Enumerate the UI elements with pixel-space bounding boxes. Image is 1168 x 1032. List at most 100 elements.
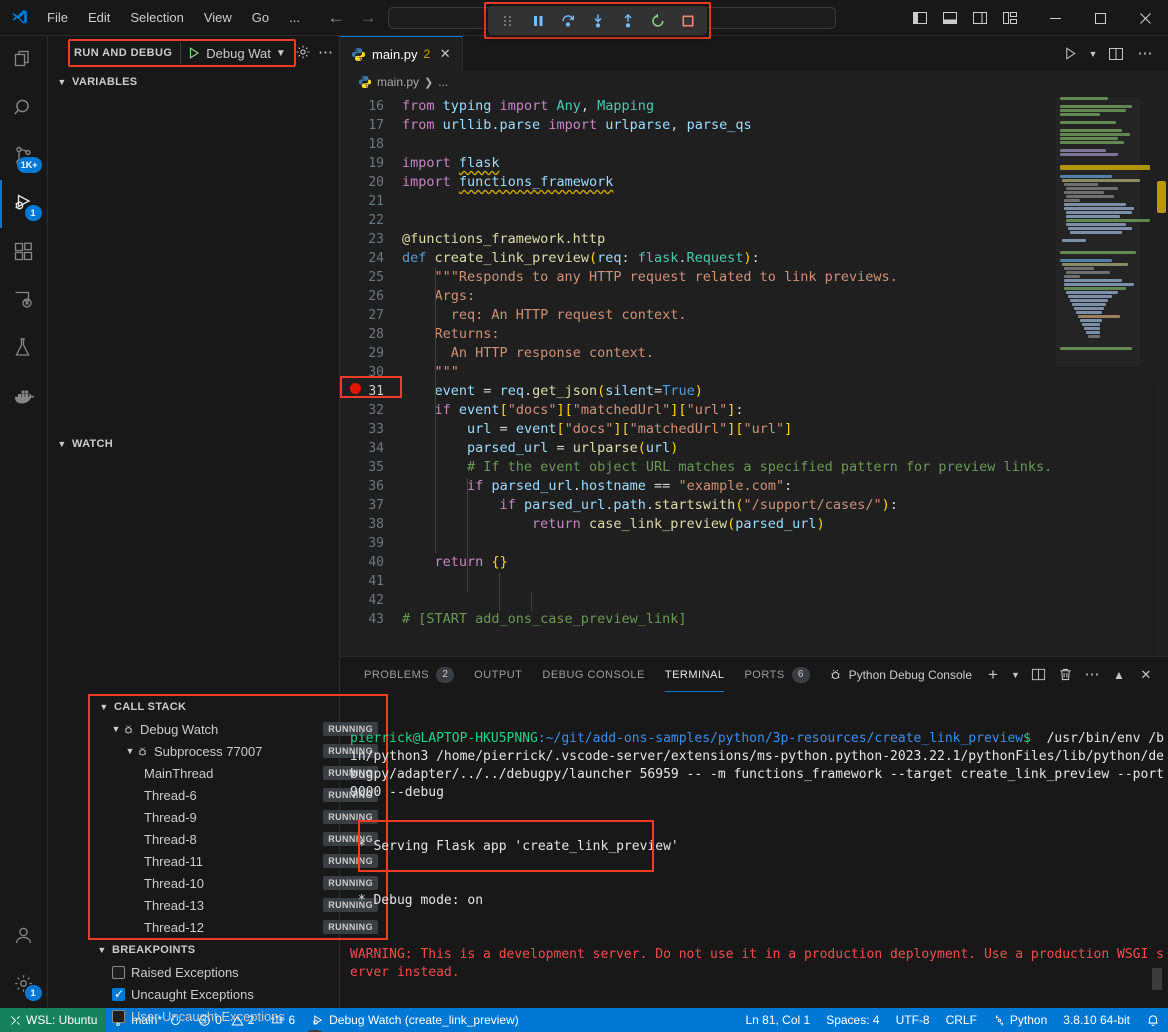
line-number: 40	[340, 553, 402, 572]
editor-more-actions-icon[interactable]: ⋯	[1132, 41, 1158, 67]
debug-restart-button[interactable]	[644, 9, 671, 32]
debug-step-out-button[interactable]	[614, 9, 641, 32]
start-debugging-icon[interactable]	[187, 46, 201, 60]
debug-toolbar-drag-handle[interactable]	[494, 9, 521, 32]
ports-badge: 6	[792, 667, 810, 683]
ellipsis-icon[interactable]: ⋯	[318, 47, 333, 58]
tab-ports[interactable]: PORTS 6	[734, 657, 819, 692]
breakpoint-checkbox[interactable]	[112, 966, 125, 979]
editor-scrollbar[interactable]	[1154, 93, 1168, 656]
tab-debug-console[interactable]: DEBUG CONSOLE	[532, 657, 654, 692]
tab-terminal[interactable]: TERMINAL	[655, 657, 735, 692]
line-number: 43	[340, 610, 402, 629]
menu-go[interactable]: Go	[243, 7, 278, 28]
window-right-controls	[907, 0, 1168, 36]
breakpoint-row[interactable]: main.py 31	[92, 1027, 339, 1032]
status-cursor-position[interactable]: Ln 81, Col 1	[737, 1008, 818, 1032]
tab-output[interactable]: OUTPUT	[464, 657, 532, 692]
activity-testing[interactable]	[0, 324, 48, 372]
window-maximize-button[interactable]	[1078, 0, 1123, 36]
breadcrumb-symbol[interactable]: ...	[438, 75, 448, 89]
editor-scroll-thumb[interactable]	[1157, 181, 1166, 213]
code-line: return {}	[402, 553, 1168, 572]
red-annotation-box-run-debug: RUN AND DEBUG Debug Wat ▼	[68, 39, 296, 67]
breakpoints-section-header[interactable]: ▼ BREAKPOINTS	[92, 939, 339, 961]
gear-icon[interactable]	[295, 44, 311, 60]
code-editor[interactable]: 16 17 18 19 20 21 22 23 24 25 26 27 28 2…	[340, 93, 1168, 656]
split-editor-right-icon[interactable]	[1103, 41, 1129, 67]
tab-problems[interactable]: PROBLEMS 2	[354, 657, 464, 692]
run-options-chevron-down-icon[interactable]: ▼	[1086, 41, 1100, 67]
line-number: 17	[340, 116, 402, 135]
line-number: 22	[340, 211, 402, 230]
status-eol[interactable]: CRLF	[938, 1008, 985, 1032]
window-close-button[interactable]	[1123, 0, 1168, 36]
breakpoint-checkbox[interactable]	[112, 1010, 125, 1023]
breadcrumb-filename[interactable]: main.py	[377, 75, 419, 89]
menu-file[interactable]: File	[38, 7, 77, 28]
debug-toolbar	[488, 6, 707, 35]
status-notifications[interactable]	[1138, 1008, 1168, 1032]
code-lines[interactable]: from typing import Any, Mapping from url…	[402, 93, 1168, 656]
chevron-down-icon[interactable]: ▼	[276, 48, 286, 59]
terminal-scroll-thumb[interactable]	[1152, 968, 1162, 990]
activity-docker[interactable]	[0, 372, 48, 420]
debug-step-over-button[interactable]	[554, 9, 581, 32]
debug-step-into-button[interactable]	[584, 9, 611, 32]
activity-remote-explorer[interactable]	[0, 276, 48, 324]
problems-badge: 2	[436, 667, 454, 683]
chevron-down-icon[interactable]: ▼	[110, 724, 122, 734]
run-python-file-icon[interactable]	[1057, 41, 1083, 67]
toggle-secondary-sidebar-icon[interactable]	[967, 5, 993, 31]
breadcrumb: main.py ❯ ...	[340, 71, 1168, 93]
close-panel-icon[interactable]: ✕	[1134, 663, 1158, 687]
window-minimize-button[interactable]	[1033, 0, 1078, 36]
status-encoding[interactable]: UTF-8	[888, 1008, 938, 1032]
watch-section-header[interactable]: ▼ WATCH	[48, 433, 339, 455]
activity-accounts[interactable]	[0, 912, 48, 960]
status-python-interpreter[interactable]: 3.8.10 64-bit	[1055, 1008, 1138, 1032]
debug-config-selector[interactable]: Debug Wat ▼	[180, 42, 289, 64]
activity-explorer[interactable]	[0, 36, 48, 84]
breakpoint-row[interactable]: Raised Exceptions	[92, 961, 339, 983]
status-indentation[interactable]: Spaces: 4	[818, 1008, 887, 1032]
active-terminal-selector[interactable]: Python Debug Console	[828, 667, 978, 682]
menu-more[interactable]: ...	[280, 7, 309, 28]
breakpoint-row[interactable]: User Uncaught Exceptions	[92, 1005, 339, 1027]
back-arrow-icon[interactable]: ←	[327, 8, 345, 28]
status-language-mode[interactable]: Python	[985, 1008, 1055, 1032]
debug-stop-button[interactable]	[674, 9, 701, 32]
tab-main-py[interactable]: main.py 2 ✕	[340, 36, 463, 71]
terminal-profile-chevron-down-icon[interactable]: ▼	[1008, 663, 1023, 687]
panel-more-actions-icon[interactable]: ⋯	[1080, 663, 1104, 687]
activity-source-control[interactable]: 1K+	[0, 132, 48, 180]
status-remote-label: WSL: Ubuntu	[26, 1013, 97, 1027]
debug-pause-button[interactable]	[524, 9, 551, 32]
chevron-down-icon[interactable]: ▼	[124, 746, 136, 756]
new-terminal-icon[interactable]: +	[981, 663, 1005, 687]
forward-arrow-icon[interactable]: →	[359, 8, 377, 28]
minimap[interactable]	[1056, 93, 1154, 656]
activity-extensions[interactable]	[0, 228, 48, 276]
split-terminal-icon[interactable]	[1026, 663, 1050, 687]
line-number: 24	[340, 249, 402, 268]
editor-gutter[interactable]: 16 17 18 19 20 21 22 23 24 25 26 27 28 2…	[340, 93, 402, 656]
activity-settings[interactable]: 1	[0, 960, 48, 1008]
menu-edit[interactable]: Edit	[79, 7, 119, 28]
minimap-slider[interactable]	[1056, 97, 1140, 367]
breakpoint-checkbox[interactable]	[112, 988, 125, 1001]
maximize-panel-icon[interactable]: ▲	[1107, 663, 1131, 687]
menu-selection[interactable]: Selection	[121, 7, 192, 28]
kill-terminal-trash-icon[interactable]	[1053, 663, 1077, 687]
tab-close-icon[interactable]: ✕	[436, 46, 454, 62]
terminal-output[interactable]: pierrick@LAPTOP-HKU5PNNG:~/git/add-ons-s…	[340, 692, 1168, 1008]
variables-section-header[interactable]: ▼ VARIABLES	[48, 71, 339, 93]
menu-view[interactable]: View	[195, 7, 241, 28]
toggle-primary-sidebar-icon[interactable]	[907, 5, 933, 31]
activity-search[interactable]	[0, 84, 48, 132]
toggle-panel-icon[interactable]	[937, 5, 963, 31]
customize-layout-icon[interactable]	[997, 5, 1023, 31]
breakpoint-row[interactable]: Uncaught Exceptions	[92, 983, 339, 1005]
activity-run-and-debug[interactable]: 1	[0, 180, 48, 228]
status-remote-indicator[interactable]: WSL: Ubuntu	[0, 1008, 106, 1032]
